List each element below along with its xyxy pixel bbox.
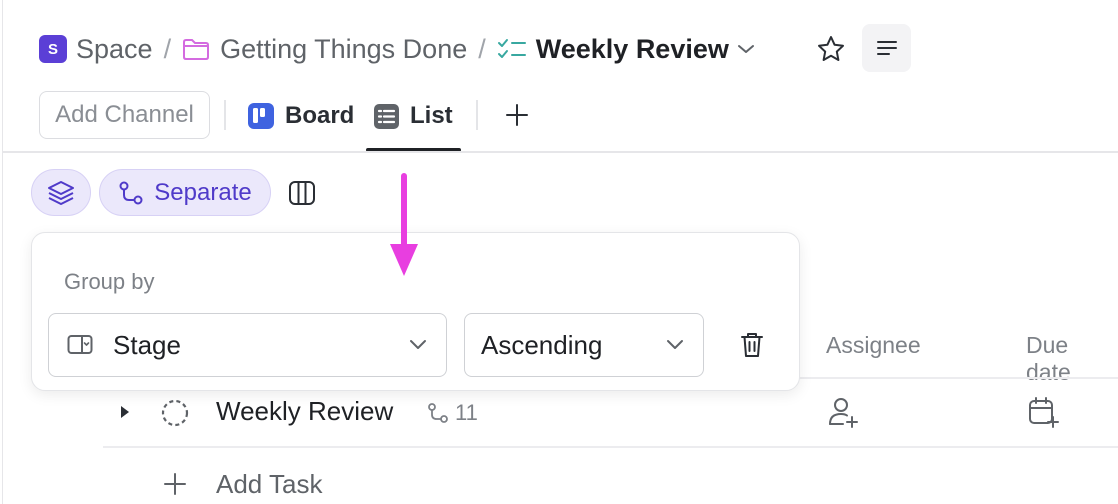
subtask-icon <box>118 180 144 206</box>
breadcrumb-folder[interactable]: Getting Things Done <box>220 34 467 65</box>
add-due-date-icon[interactable] <box>1027 395 1059 429</box>
tab-list-label: List <box>410 102 453 129</box>
sort-order-select[interactable]: Ascending <box>464 313 704 377</box>
list-menu-button[interactable] <box>862 24 911 72</box>
expand-caret-icon[interactable] <box>119 403 135 421</box>
breadcrumb-space[interactable]: Space <box>76 34 153 65</box>
row-divider <box>103 446 1118 448</box>
add-task-button[interactable]: Add Task <box>163 466 322 502</box>
list-view-icon <box>373 103 400 130</box>
group-by-button[interactable] <box>31 169 91 216</box>
favorite-star-icon[interactable] <box>813 33 849 65</box>
app-window: S Space / Getting Things Done / Weekly R… <box>2 0 1118 504</box>
annotation-arrow-icon <box>390 173 418 276</box>
task-status-icon[interactable] <box>159 397 191 429</box>
space-avatar[interactable]: S <box>39 35 67 63</box>
remove-grouping-button[interactable] <box>732 327 772 363</box>
header-divider <box>3 151 1118 153</box>
task-name[interactable]: Weekly Review <box>216 396 393 427</box>
tab-board[interactable]: Board <box>247 96 354 136</box>
board-icon <box>247 102 275 130</box>
subtask-count-value: 11 <box>455 400 478 425</box>
folder-icon <box>182 36 212 62</box>
chevron-down-icon <box>665 334 685 354</box>
subtasks-separate-button[interactable]: Separate <box>99 169 271 216</box>
breadcrumb: S Space / Getting Things Done / Weekly R… <box>39 30 755 68</box>
divider <box>476 100 478 130</box>
subtask-icon <box>427 402 449 424</box>
group-by-field-select[interactable]: Stage <box>48 313 447 377</box>
divider <box>224 100 226 130</box>
subtask-count[interactable]: 11 <box>427 398 478 428</box>
lines-icon <box>876 41 897 55</box>
popover-title: Group by <box>64 269 155 294</box>
breadcrumb-separator: / <box>478 33 486 64</box>
plus-icon <box>163 472 189 496</box>
chevron-down-icon <box>408 334 428 354</box>
plus-icon <box>506 104 528 126</box>
columns-icon <box>289 181 315 205</box>
group-by-field-value: Stage <box>113 329 181 360</box>
separate-label: Separate <box>154 178 252 206</box>
add-view-button[interactable] <box>499 97 535 133</box>
add-task-label: Add Task <box>216 468 323 499</box>
checklist-icon <box>497 36 527 62</box>
add-assignee-icon[interactable] <box>827 395 859 429</box>
tab-board-label: Board <box>285 102 355 129</box>
columns-button[interactable] <box>284 176 320 210</box>
tab-list[interactable]: List <box>373 96 453 136</box>
add-channel-button[interactable]: Add Channel <box>39 91 210 139</box>
custom-field-icon <box>67 334 93 356</box>
trash-icon <box>741 333 763 357</box>
layers-icon <box>48 180 74 205</box>
chevron-down-icon[interactable] <box>737 43 755 55</box>
sort-order-value: Ascending <box>481 329 603 360</box>
breadcrumb-separator: / <box>163 33 172 64</box>
column-header-assignee[interactable]: Assignee <box>826 332 921 359</box>
breadcrumb-current-list[interactable]: Weekly Review <box>536 34 729 65</box>
